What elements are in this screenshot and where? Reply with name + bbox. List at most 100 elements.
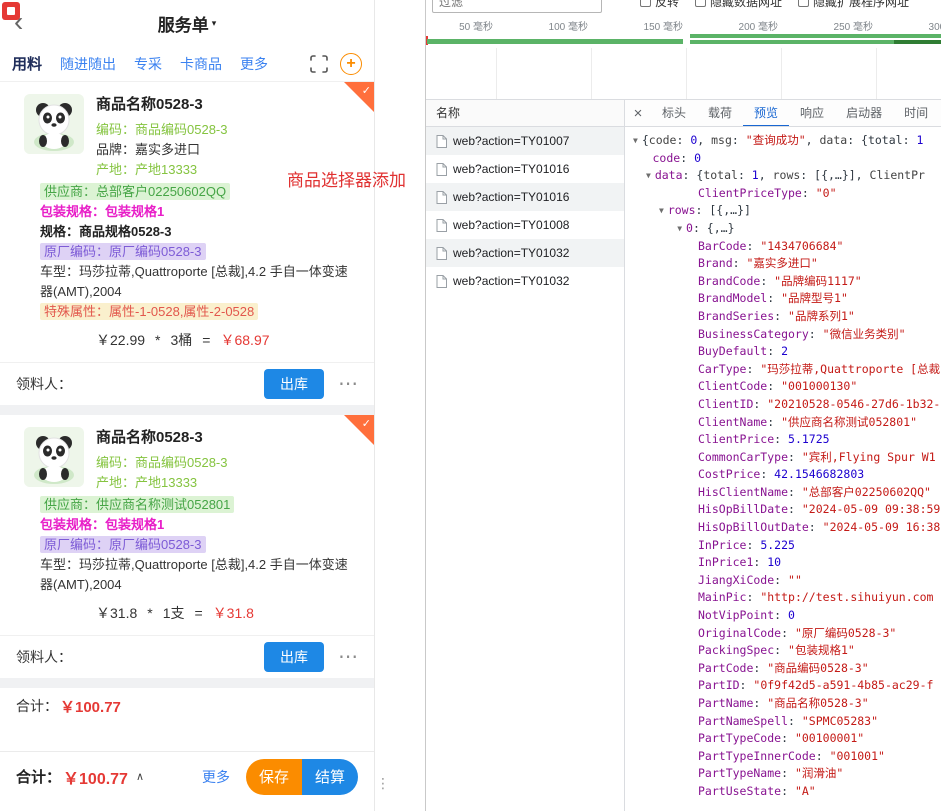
json-tree-line[interactable]: InPrice: 5.225 — [625, 537, 941, 555]
json-tree-line[interactable]: BrandSeries: "品牌系列1" — [625, 308, 941, 326]
collapse-caret-icon[interactable]: ∧ — [136, 770, 144, 783]
network-request-row[interactable]: web?action=TY01007 — [426, 127, 624, 155]
outbound-button[interactable]: 出库 — [264, 642, 324, 672]
network-request-row[interactable]: web?action=TY01008 — [426, 211, 624, 239]
devtools-tab[interactable]: 载荷 — [697, 100, 743, 127]
product-title[interactable]: 商品名称0528-3 — [96, 94, 358, 116]
scrollbar-dots-icon[interactable]: ⋮ — [376, 775, 390, 792]
network-request-row[interactable]: web?action=TY01016 — [426, 183, 624, 211]
category-tab[interactable]: 用料 — [12, 53, 42, 74]
network-name-column-header[interactable]: 名称 — [426, 100, 624, 127]
product-field: 规格：商品规格0528-3 — [40, 222, 358, 242]
network-request-row[interactable]: web?action=TY01032 — [426, 267, 624, 295]
json-tree-line[interactable]: BarCode: "1434706684" — [625, 238, 941, 256]
timeline-tick-label: 200 毫秒 — [739, 18, 781, 33]
json-tree-line[interactable]: PartName: "商品名称0528-3" — [625, 695, 941, 713]
filter-input[interactable] — [432, 0, 602, 13]
json-tree-line[interactable]: HisOpBillDate: "2024-05-09 09:38:59 — [625, 501, 941, 519]
category-tab[interactable]: 随进随出 — [60, 54, 116, 74]
network-request-row[interactable]: web?action=TY01032 — [426, 239, 624, 267]
devtools-tab[interactable]: 时间 — [893, 100, 939, 127]
product-image[interactable] — [24, 427, 84, 487]
network-filter-checkbox[interactable]: 反转 — [640, 0, 679, 10]
json-tree-line[interactable]: ▼data: {total: 1, rows: [{,…}], ClientPr — [625, 167, 941, 185]
save-button[interactable]: 保存 — [246, 759, 302, 795]
document-icon — [436, 219, 447, 232]
more-options-icon[interactable]: ⋯ — [338, 647, 358, 667]
checkbox-icon[interactable] — [798, 0, 809, 7]
json-tree-line[interactable]: PartCode: "商品编码0528-3" — [625, 660, 941, 678]
json-tree-line[interactable]: HisOpBillOutDate: "2024-05-09 16:38 — [625, 519, 941, 537]
json-tree-line[interactable]: PartID: "0f9f42d5-a591-4b85-ac29-f — [625, 677, 941, 695]
receiver-row: 领料人： 出库 ⋯ — [0, 362, 374, 405]
json-tree-line[interactable]: PartTypeCode: "00100001" — [625, 730, 941, 748]
filter-checkboxes: 反转 隐藏数据网址 隐藏扩展程序网址 — [640, 0, 909, 10]
json-tree-line[interactable]: Brand: "嘉实多进口" — [625, 255, 941, 273]
network-filter-checkbox[interactable]: 隐藏数据网址 — [695, 0, 782, 10]
category-tab[interactable]: 专采 — [134, 54, 162, 74]
json-tree-line[interactable]: PartNameSpell: "SPMC05283" — [625, 713, 941, 731]
add-icon[interactable]: + — [340, 53, 362, 75]
json-tree-line[interactable]: ClientID: "20210528-0546-27d6-1b32- — [625, 396, 941, 414]
json-tree-line[interactable]: BrandCode: "品牌编码1117" — [625, 273, 941, 291]
devtools-tab[interactable]: 标头 — [651, 100, 697, 127]
network-filter-checkbox[interactable]: 隐藏扩展程序网址 — [798, 0, 909, 10]
json-tree-line[interactable]: ▼0: {,…} — [625, 220, 941, 238]
json-tree-line[interactable]: BrandModel: "品牌型号1" — [625, 290, 941, 308]
line-total: ￥68.97 — [220, 330, 269, 350]
json-tree-line[interactable]: PackingSpec: "包装规格1" — [625, 642, 941, 660]
more-options-icon[interactable]: ⋯ — [338, 374, 358, 394]
back-button[interactable]: ‹ — [14, 6, 23, 38]
json-tree-line[interactable]: CarType: "玛莎拉蒂,Quattroporte [总裁] — [625, 361, 941, 379]
tabbar-icons: + — [310, 53, 362, 75]
json-tree-line[interactable]: JiangXiCode: "" — [625, 572, 941, 590]
category-tab[interactable]: 更多 — [240, 54, 268, 74]
json-tree-line[interactable]: ▼{code: 0, msg: "查询成功", data: {total: 1 — [625, 132, 941, 150]
json-tree-line[interactable]: OriginalCode: "原厂编码0528-3" — [625, 625, 941, 643]
more-link[interactable]: 更多 — [202, 767, 230, 787]
devtools-tab[interactable]: 响应 — [789, 100, 835, 127]
json-tree-line[interactable]: PartTypeName: "润滑油" — [625, 765, 941, 783]
timeline-tick-label: 250 毫秒 — [834, 18, 876, 33]
product-card[interactable]: ✓ — [0, 415, 374, 678]
selected-badge-icon[interactable]: ✓ — [344, 415, 374, 445]
json-tree-line[interactable]: ClientPriceType: "0" — [625, 185, 941, 203]
outbound-button[interactable]: 出库 — [264, 369, 324, 399]
settle-button[interactable]: 结算 — [302, 759, 358, 795]
devtools-tab[interactable]: 启动器 — [835, 100, 893, 127]
json-tree-line[interactable]: CostPrice: 42.1546682803 — [625, 466, 941, 484]
scan-icon[interactable] — [310, 55, 328, 73]
product-title[interactable]: 商品名称0528-3 — [96, 427, 358, 449]
quantity: 1支 — [163, 603, 185, 623]
card-divider — [0, 405, 374, 415]
devtools-tab[interactable]: 预览 — [743, 100, 789, 127]
json-tree-line[interactable]: InPrice1: 10 — [625, 554, 941, 572]
product-image[interactable] — [24, 94, 84, 154]
checkbox-icon[interactable] — [640, 0, 651, 7]
json-tree-line[interactable]: PartUseState: "A" — [625, 783, 941, 801]
page-title[interactable]: 服务单 ▾ — [158, 11, 217, 36]
checkbox-icon[interactable] — [695, 0, 706, 7]
json-tree-line[interactable]: ▼rows: [{,…}] — [625, 202, 941, 220]
timeline-bar — [690, 34, 941, 38]
json-tree-line[interactable]: CommonCarType: "宾利,Flying Spur W1 — [625, 449, 941, 467]
json-tree-line[interactable]: HisClientName: "总部客户02250602QQ" — [625, 484, 941, 502]
product-field: 品牌：嘉实多进口 — [96, 140, 358, 160]
json-tree-line[interactable]: NotVipPoint: 0 — [625, 607, 941, 625]
json-tree-line[interactable]: BuyDefault: 2 — [625, 343, 941, 361]
category-tab[interactable]: 卡商品 — [180, 54, 222, 74]
json-tree-line[interactable]: BusinessCategory: "微信业务类别" — [625, 326, 941, 344]
product-card[interactable]: ✓ — [0, 82, 374, 405]
network-timeline-overview[interactable]: 50 毫秒100 毫秒150 毫秒200 毫秒250 毫秒300 毫秒 — [426, 16, 941, 48]
json-tree-line[interactable]: ClientCode: "001000130" — [625, 378, 941, 396]
json-tree-line[interactable]: PartTypeInnerCode: "001001" — [625, 748, 941, 766]
json-tree-line[interactable]: ClientPrice: 5.1725 — [625, 431, 941, 449]
json-tree-line[interactable]: ClientName: "供应商名称测试052801" — [625, 414, 941, 432]
network-waterfall-strip — [426, 48, 941, 100]
selected-badge-icon[interactable]: ✓ — [344, 82, 374, 112]
json-tree-line[interactable]: MainPic: "http://test.sihuiyun.com — [625, 589, 941, 607]
close-icon[interactable]: × — [625, 105, 651, 122]
timeline-tick-label: 50 毫秒 — [459, 18, 496, 33]
network-request-row[interactable]: web?action=TY01016 — [426, 155, 624, 183]
json-tree-line[interactable]: code: 0 — [625, 150, 941, 168]
